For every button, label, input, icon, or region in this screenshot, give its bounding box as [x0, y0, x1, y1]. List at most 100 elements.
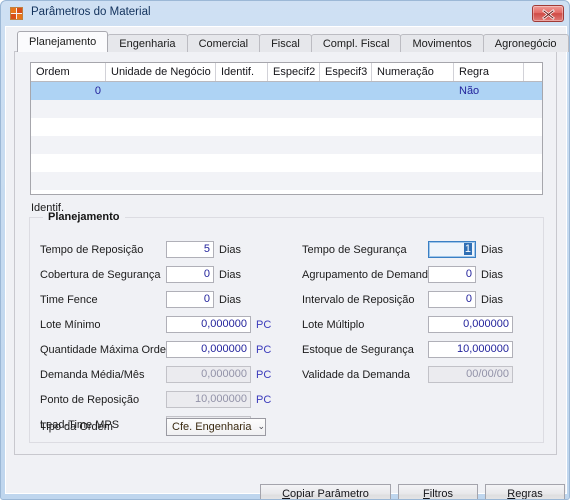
chevron-down-icon: ⌄	[257, 421, 266, 431]
field-label-agrupamento-de-demandas: Agrupamento de Demandas	[302, 268, 440, 281]
table-cell	[372, 82, 454, 100]
order-type-select[interactable]: Cfe. Engenharia ⌄	[166, 417, 266, 436]
tab-movimentos[interactable]: Movimentos	[400, 34, 484, 52]
field-row-quantidade-m-xima-ordem: Quantidade Máxima Ordem 0,000000 PC	[40, 341, 271, 358]
field-label-estoque-de-seguran-a: Estoque de Segurança	[302, 343, 414, 356]
field-row-ponto-de-reposi-o: Ponto de Reposição 10,000000 PC	[40, 391, 271, 408]
table-row-empty[interactable]	[31, 118, 542, 136]
unit-label-tempo-de-seguran-a: Dias	[481, 243, 504, 256]
unit-label-demanda-m-dia-m-s: PC	[256, 368, 272, 381]
filters-button[interactable]: Filtros	[398, 484, 478, 500]
unit-label-ponto-de-reposi-o: PC	[256, 393, 272, 406]
tab-planejamento[interactable]: Planejamento	[17, 31, 109, 52]
tab-panel-planejamento: Ordem Unidade de Negócio Identif. Especif2 E…	[14, 51, 565, 499]
accelerator-key: F	[423, 488, 430, 500]
tab-engenharia[interactable]: Engenharia	[107, 34, 188, 52]
tab-agroneg-cio[interactable]: Agronegócio	[482, 34, 569, 52]
table-cell	[320, 82, 372, 100]
table-cell	[106, 82, 216, 100]
table-row-empty[interactable]	[31, 136, 542, 154]
window-title: Parâmetros do Material	[31, 6, 151, 18]
input-cobertura-de-seguran-a[interactable]: 0	[166, 266, 214, 283]
input-intervalo-de-reposi-o[interactable]: 0	[428, 291, 476, 308]
table-row-empty[interactable]	[31, 172, 542, 190]
table-row-empty[interactable]	[31, 100, 542, 118]
field-label-lote-m-nimo: Lote Mínimo	[40, 318, 101, 331]
input-demanda-m-dia-m-s: 0,000000	[166, 366, 251, 383]
grid-body: 0 Não	[31, 82, 542, 190]
order-type-row: Tipo da Ordem Cfe. Engenharia ⌄	[40, 417, 370, 436]
tab-label: Agronegócio	[494, 38, 557, 50]
rules-button[interactable]: Regras	[485, 484, 565, 500]
table-cell: Não	[459, 85, 480, 97]
field-row-lote-m-nimo: Lote Mínimo 0,000000 PC	[40, 316, 271, 333]
unit-label-intervalo-de-reposi-o: Dias	[481, 293, 504, 306]
field-row-cobertura-de-seguran-a: Cobertura de Segurança 0 Dias	[40, 266, 241, 283]
input-tempo-de-reposi-o[interactable]: 5	[166, 241, 214, 258]
grid-column-header[interactable]: Numeração	[372, 63, 454, 81]
close-icon	[542, 9, 555, 20]
accelerator-key: R	[507, 488, 516, 500]
tab-fiscal[interactable]: Fiscal	[259, 34, 312, 52]
table-row-empty[interactable]	[31, 154, 542, 172]
field-label-quantidade-m-xima-ordem: Quantidade Máxima Ordem	[40, 343, 176, 356]
app-icon	[10, 7, 23, 20]
field-row-lote-m-ltiplo: Lote Múltiplo 0,000000	[302, 316, 513, 333]
input-lote-m-ltiplo[interactable]: 0,000000	[428, 316, 513, 333]
grid-column-header[interactable]: Especif2	[268, 63, 320, 81]
input-quantidade-m-xima-ordem[interactable]: 0,000000	[166, 341, 251, 358]
grid-header-row: Ordem Unidade de Negócio Identif. Especif2 E…	[31, 63, 542, 82]
parameters-grid[interactable]: Ordem Unidade de Negócio Identif. Especif2 E…	[30, 62, 543, 195]
field-row-agrupamento-de-demandas: Agrupamento de Demandas 0 Dias	[302, 266, 503, 283]
grid-column-header[interactable]: Identif.	[216, 63, 268, 81]
unit-label-time-fence: Dias	[219, 293, 242, 306]
button-label-rest: iltros	[429, 488, 453, 500]
unit-label-tempo-de-reposi-o: Dias	[219, 243, 242, 256]
field-label-lote-m-ltiplo: Lote Múltiplo	[302, 318, 365, 331]
input-time-fence[interactable]: 0	[166, 291, 214, 308]
grid-column-header[interactable]: Especif3	[320, 63, 372, 81]
title-bar: Parâmetros do Material	[1, 1, 569, 26]
selected-text: 1	[463, 243, 472, 255]
grid-column-header[interactable]	[524, 63, 542, 81]
unit-label-agrupamento-de-demandas: Dias	[481, 268, 504, 281]
field-row-tempo-de-reposi-o: Tempo de Reposição 5 Dias	[40, 241, 241, 258]
field-row-time-fence: Time Fence 0 Dias	[40, 291, 241, 308]
grid-column-header[interactable]: Ordem	[31, 63, 106, 81]
field-label-tempo-de-reposi-o: Tempo de Reposição	[40, 243, 144, 256]
order-type-label: Tipo da Ordem	[40, 420, 113, 433]
field-row-demanda-m-dia-m-s: Demanda Média/Mês 0,000000 PC	[40, 366, 271, 383]
input-validade-da-demanda: 00/00/00	[428, 366, 513, 383]
order-type-value: Cfe. Engenharia	[172, 420, 252, 433]
table-cell	[216, 82, 268, 100]
field-row-estoque-de-seguran-a: Estoque de Segurança 10,000000	[302, 341, 513, 358]
unit-label-lote-m-nimo: PC	[256, 318, 272, 331]
tab-compl-fiscal[interactable]: Compl. Fiscal	[310, 34, 402, 52]
input-lote-m-nimo[interactable]: 0,000000	[166, 316, 251, 333]
field-row-intervalo-de-reposi-o: Intervalo de Reposição 0 Dias	[302, 291, 503, 308]
unit-label-quantidade-m-xima-ordem: PC	[256, 343, 272, 356]
field-label-tempo-de-seguran-a: Tempo de Segurança	[302, 243, 407, 256]
button-label-rest: egras	[515, 488, 543, 500]
copy-parameter-button[interactable]: Copiar Parâmetro	[260, 484, 391, 500]
grid-column-header[interactable]: Unidade de Negócio	[106, 63, 216, 81]
table-cell	[524, 82, 542, 100]
table-row[interactable]: 0 Não	[31, 82, 542, 100]
field-row-tempo-de-seguran-a: Tempo de Segurança 1 Dias	[302, 241, 503, 258]
input-ponto-de-reposi-o: 10,000000	[166, 391, 251, 408]
tab-label: Fiscal	[271, 38, 300, 50]
tab-label: Planejamento	[29, 36, 97, 48]
tab-comercial[interactable]: Comercial	[186, 34, 261, 52]
table-cell	[268, 82, 320, 100]
button-label-rest: opiar Parâmetro	[290, 488, 369, 500]
grid-column-header[interactable]: Regra	[454, 63, 524, 81]
table-cell: 0	[94, 85, 101, 97]
dialog-window: Parâmetros do Material Planejamento Engen…	[0, 0, 570, 500]
groupbox-title: Planejamento	[43, 211, 125, 223]
client-area: Planejamento Engenharia Comercial Fiscal Com…	[5, 26, 569, 499]
input-agrupamento-de-demandas[interactable]: 0	[428, 266, 476, 283]
field-label-intervalo-de-reposi-o: Intervalo de Reposição	[302, 293, 415, 306]
input-tempo-de-seguran-a[interactable]: 1	[428, 241, 476, 258]
close-button[interactable]	[532, 5, 564, 22]
input-estoque-de-seguran-a[interactable]: 10,000000	[428, 341, 513, 358]
